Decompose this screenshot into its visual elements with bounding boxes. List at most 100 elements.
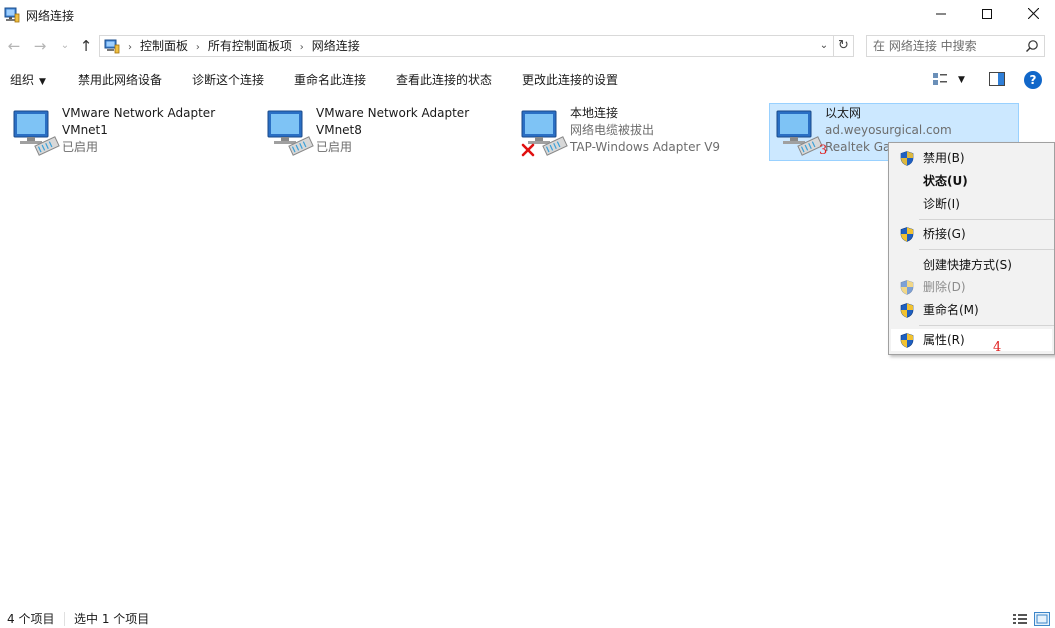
- connection-item-vmnet8[interactable]: VMware Network Adapter VMnet8 已启用: [260, 103, 510, 161]
- uac-shield-icon: [900, 333, 914, 348]
- menu-item-properties[interactable]: 属性(R): [891, 329, 1052, 351]
- menu-item-delete[interactable]: 删除(D): [891, 276, 1052, 298]
- connection-network: VMnet8: [316, 123, 362, 137]
- help-button[interactable]: ?: [1024, 71, 1042, 89]
- breadcrumb-network-connections[interactable]: 网络连接: [312, 36, 360, 56]
- chevron-down-icon: ⌄: [819, 40, 829, 51]
- menu-separator: [919, 219, 1054, 220]
- menu-item-disable[interactable]: 禁用(B): [891, 147, 1052, 169]
- breadcrumb-separator-icon[interactable]: ›: [300, 38, 304, 58]
- search-box[interactable]: [866, 35, 1045, 57]
- forward-arrow-icon: →: [33, 37, 47, 55]
- menu-label: 删除(D): [923, 280, 966, 294]
- address-dropdown-button[interactable]: ⌄: [817, 36, 831, 56]
- chevron-down-icon: ⌄: [60, 40, 70, 51]
- annotation-step-3: 3: [819, 143, 828, 158]
- breadcrumb-all-items[interactable]: 所有控制面板项: [208, 36, 292, 56]
- network-connections-icon: [4, 7, 20, 23]
- menu-label: 状态(U): [923, 174, 968, 188]
- command-bar: 组织 ▼ 禁用此网络设备 诊断这个连接 重命名此连接 查看此连接的状态 更改此连接…: [0, 64, 1055, 96]
- view-status-button[interactable]: 查看此连接的状态: [396, 64, 492, 96]
- menu-separator: [919, 249, 1054, 250]
- recent-locations-button[interactable]: ⌄: [58, 32, 72, 60]
- address-bar-row: ← → ⌄ ↑ › 控制面板 › 所有控制面板项 › 网络连接 ⌄ ↻: [0, 32, 1055, 60]
- up-arrow-icon: ↑: [79, 37, 93, 55]
- uac-shield-icon: [900, 227, 914, 242]
- uac-shield-icon: [900, 303, 914, 318]
- connection-text: 本地连接 网络电缆被拔出 TAP-Windows Adapter V9: [570, 105, 720, 156]
- item-count: 4 个项目: [7, 612, 55, 626]
- view-options-caret-icon[interactable]: ▼: [958, 64, 965, 96]
- search-icon[interactable]: [1025, 39, 1039, 53]
- maximize-button[interactable]: [964, 0, 1010, 30]
- minimize-button[interactable]: [918, 0, 964, 30]
- connection-network: VMnet1: [62, 123, 108, 137]
- disconnected-x-icon: [521, 143, 535, 157]
- connection-name: VMware Network Adapter: [316, 106, 470, 120]
- network-adapter-icon: [521, 110, 568, 157]
- connection-network: 网络电缆被拔出: [570, 123, 655, 137]
- connection-status: 已启用: [316, 140, 353, 154]
- network-adapter-icon: [267, 110, 314, 156]
- status-divider: [64, 612, 65, 626]
- search-input[interactable]: [873, 37, 1023, 55]
- menu-item-diagnose[interactable]: 诊断(I): [891, 193, 1052, 215]
- uac-shield-icon: [900, 280, 914, 295]
- close-icon: [1027, 7, 1039, 20]
- connection-text: VMware Network Adapter VMnet8 已启用: [316, 105, 469, 156]
- status-bar: 4 个项目 选中 1 个项目: [0, 608, 1055, 628]
- control-panel-icon: [104, 39, 120, 54]
- breadcrumb-separator-icon[interactable]: ›: [196, 38, 200, 58]
- preview-pane-icon[interactable]: [989, 72, 1005, 86]
- menu-item-create-shortcut[interactable]: 创建快捷方式(S): [891, 254, 1052, 276]
- menu-label: 桥接(G): [923, 227, 966, 241]
- breadcrumb-separator-icon[interactable]: ›: [128, 38, 132, 58]
- maximize-icon: [982, 9, 992, 19]
- caret-down-icon: ▼: [39, 77, 46, 87]
- menu-item-rename[interactable]: 重命名(M): [891, 299, 1052, 321]
- window-title: 网络连接: [26, 9, 75, 23]
- menu-item-bridge[interactable]: 桥接(G): [891, 223, 1052, 245]
- context-menu: 禁用(B) 状态(U) 诊断(I) 桥接(G) 创建快捷方式(S) 删除(D) …: [888, 142, 1055, 355]
- close-button[interactable]: [1010, 0, 1055, 30]
- breadcrumb: › 控制面板 › 所有控制面板项 › 网络连接: [124, 36, 360, 56]
- minimize-icon: [936, 13, 946, 15]
- connection-device: TAP-Windows Adapter V9: [570, 140, 721, 154]
- back-arrow-icon: ←: [7, 37, 21, 55]
- menu-label: 禁用(B): [923, 151, 965, 165]
- organize-button[interactable]: 组织 ▼: [10, 64, 46, 96]
- refresh-button[interactable]: ↻: [834, 35, 854, 57]
- menu-label: 属性(R): [923, 333, 965, 347]
- diagnose-connection-button[interactable]: 诊断这个连接: [192, 64, 264, 96]
- connection-item-vmnet1[interactable]: VMware Network Adapter VMnet1 已启用: [6, 103, 256, 161]
- connection-network: ad.weyosurgical.com: [825, 123, 952, 137]
- connection-name: 以太网: [825, 106, 862, 120]
- connection-item-local[interactable]: 本地连接 网络电缆被拔出 TAP-Windows Adapter V9: [514, 103, 764, 161]
- title-bar: 网络连接: [0, 0, 1055, 30]
- network-adapter-icon: [13, 110, 60, 156]
- up-button[interactable]: ↑: [76, 32, 96, 60]
- change-view-icon[interactable]: [932, 71, 948, 87]
- back-button[interactable]: ←: [4, 32, 24, 60]
- uac-shield-icon: [900, 151, 914, 166]
- large-icons-view-icon[interactable]: [1034, 612, 1050, 626]
- annotation-step-4: 4: [993, 340, 1002, 355]
- connection-status: 已启用: [62, 140, 99, 154]
- organize-label: 组织: [10, 73, 35, 87]
- breadcrumb-control-panel[interactable]: 控制面板: [140, 36, 188, 56]
- menu-label: 创建快捷方式(S): [923, 258, 1012, 272]
- rename-connection-button[interactable]: 重命名此连接: [294, 64, 366, 96]
- menu-label: 诊断(I): [923, 197, 960, 211]
- address-box[interactable]: › 控制面板 › 所有控制面板项 › 网络连接 ⌄: [99, 35, 834, 57]
- connection-text: VMware Network Adapter VMnet1 已启用: [62, 105, 215, 156]
- menu-item-status[interactable]: 状态(U): [891, 170, 1052, 192]
- details-view-icon[interactable]: [1012, 612, 1028, 626]
- connection-name: 本地连接: [570, 106, 619, 120]
- refresh-icon: ↻: [838, 38, 849, 53]
- change-settings-button[interactable]: 更改此连接的设置: [522, 64, 618, 96]
- forward-button[interactable]: →: [30, 32, 50, 60]
- disable-device-button[interactable]: 禁用此网络设备: [78, 64, 162, 96]
- menu-separator: [919, 325, 1054, 326]
- selected-count: 选中 1 个项目: [74, 612, 150, 626]
- connection-name: VMware Network Adapter: [62, 106, 216, 120]
